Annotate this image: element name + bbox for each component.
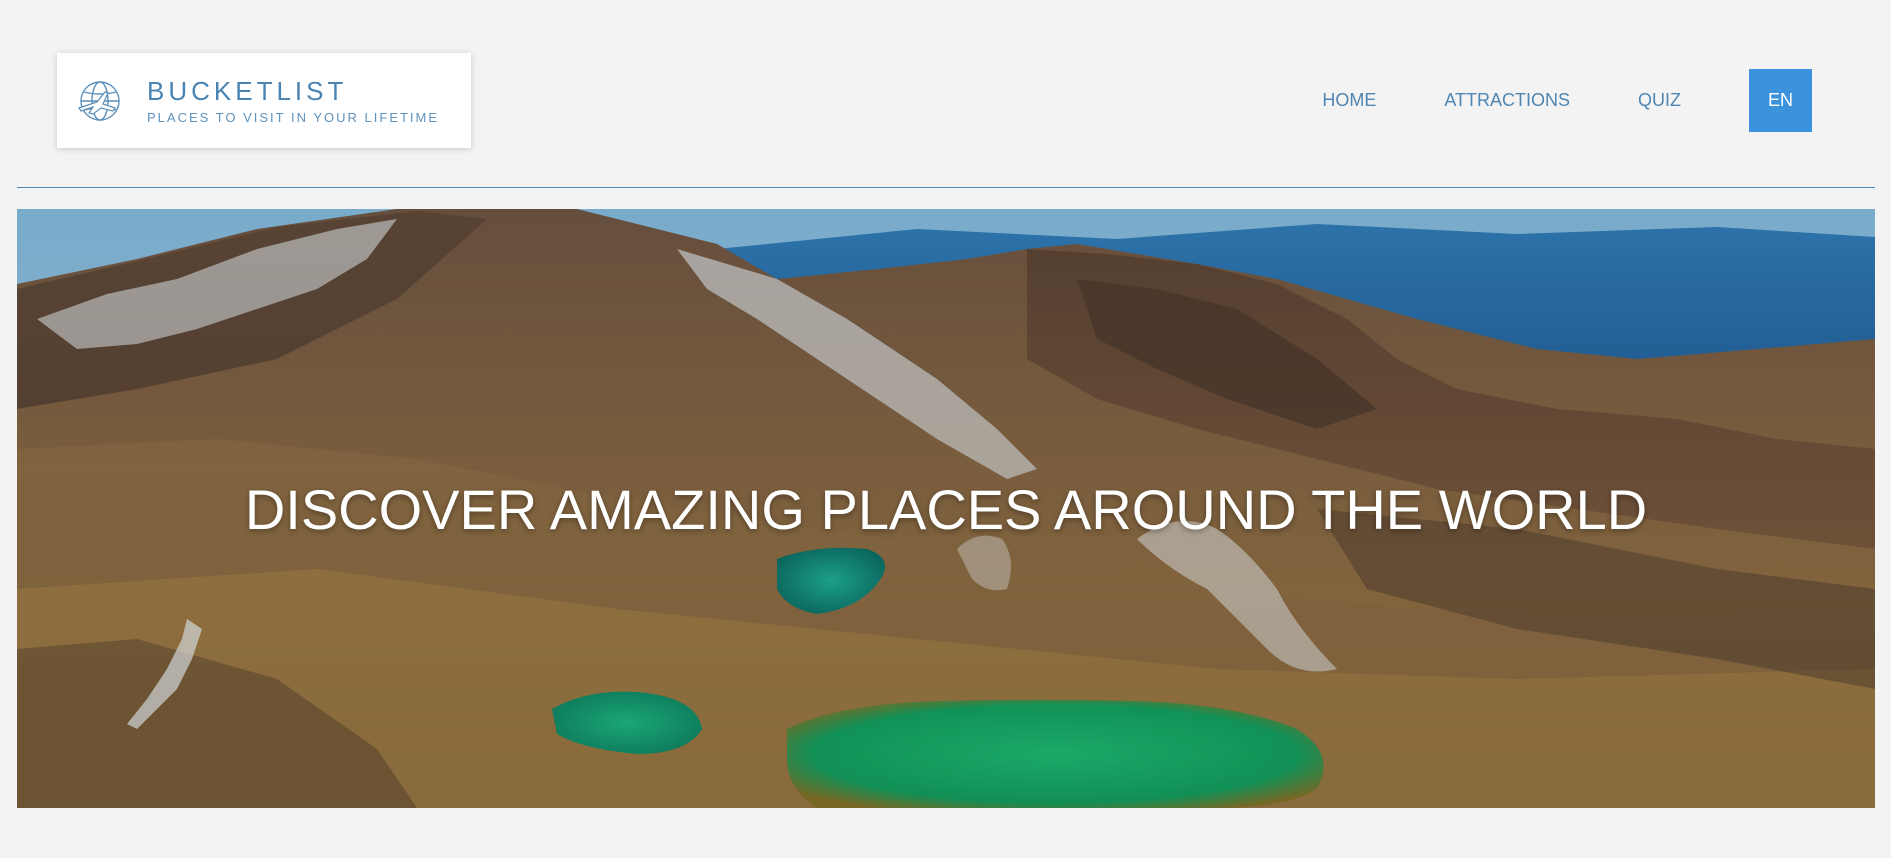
brand-subtitle: PLACES TO VISIT IN YOUR LIFETIME bbox=[147, 110, 440, 125]
hero-heading: DISCOVER AMAZING PLACES AROUND THE WORLD bbox=[244, 478, 1648, 541]
language-button[interactable]: EN bbox=[1749, 69, 1812, 132]
hero-banner: DISCOVER AMAZING PLACES AROUND THE WORLD bbox=[17, 209, 1875, 808]
main-nav: HOME ATTRACTIONS QUIZ EN bbox=[1322, 69, 1812, 132]
nav-quiz-link[interactable]: QUIZ bbox=[1638, 90, 1681, 111]
header-divider bbox=[17, 187, 1875, 188]
brand-title: BUCKETLIST bbox=[147, 76, 348, 106]
page: BUCKETLIST PLACES TO VISIT IN YOUR LIFET… bbox=[0, 0, 1891, 858]
globe-airplane-icon bbox=[77, 78, 123, 124]
brand-logo-link[interactable]: BUCKETLIST PLACES TO VISIT IN YOUR LIFET… bbox=[57, 53, 471, 148]
nav-home-link[interactable]: HOME bbox=[1322, 90, 1376, 111]
nav-attractions-link[interactable]: ATTRACTIONS bbox=[1444, 90, 1570, 111]
